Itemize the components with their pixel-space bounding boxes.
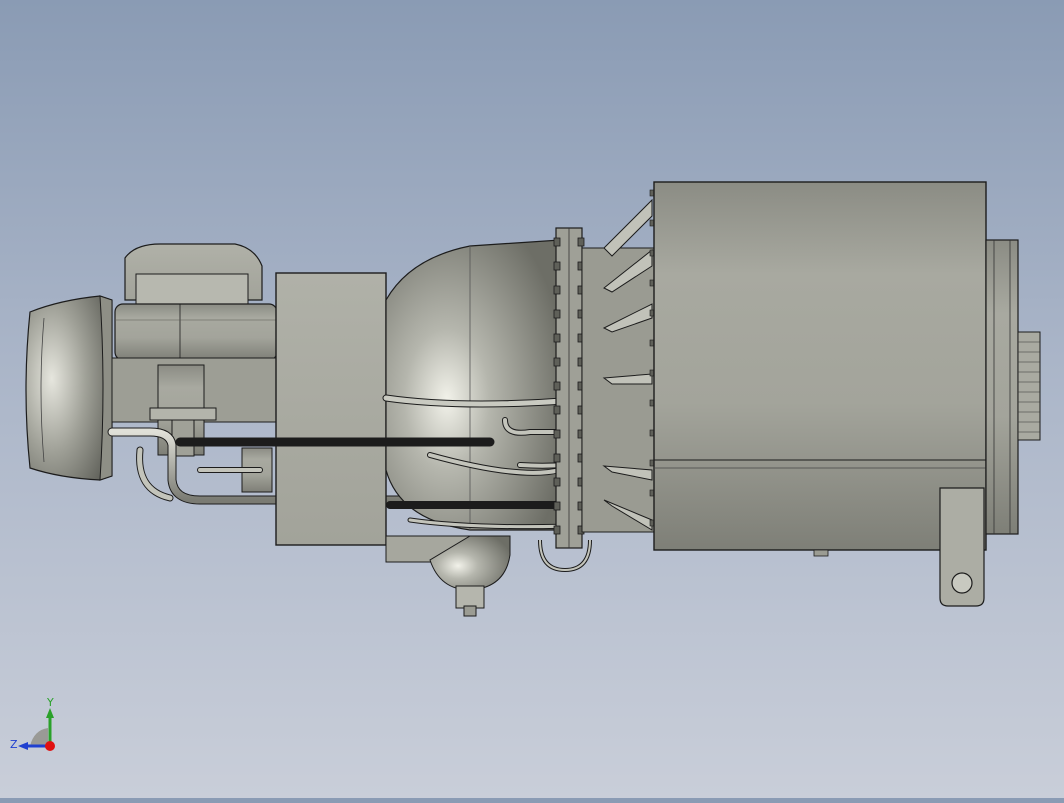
turbine-section[interactable]	[581, 189, 657, 533]
intake-cone[interactable]	[25, 295, 113, 481]
exhaust-nozzle[interactable]	[985, 239, 1041, 535]
combustion-dome[interactable]	[385, 239, 561, 531]
turbine-engine-model[interactable]	[0, 0, 1064, 798]
drain-bulb[interactable]	[385, 535, 511, 617]
exhaust-cylinder[interactable]	[653, 181, 987, 557]
mount-bracket[interactable]	[939, 487, 985, 607]
x-axis-dot	[45, 741, 55, 751]
cad-viewport[interactable]: Y Z	[0, 0, 1064, 798]
mounting-block[interactable]	[275, 272, 387, 546]
triad-plane-icon	[30, 728, 48, 746]
axis-triad: Y Z	[10, 696, 55, 751]
z-axis-label: Z	[10, 738, 18, 751]
y-axis-label: Y	[46, 696, 54, 709]
